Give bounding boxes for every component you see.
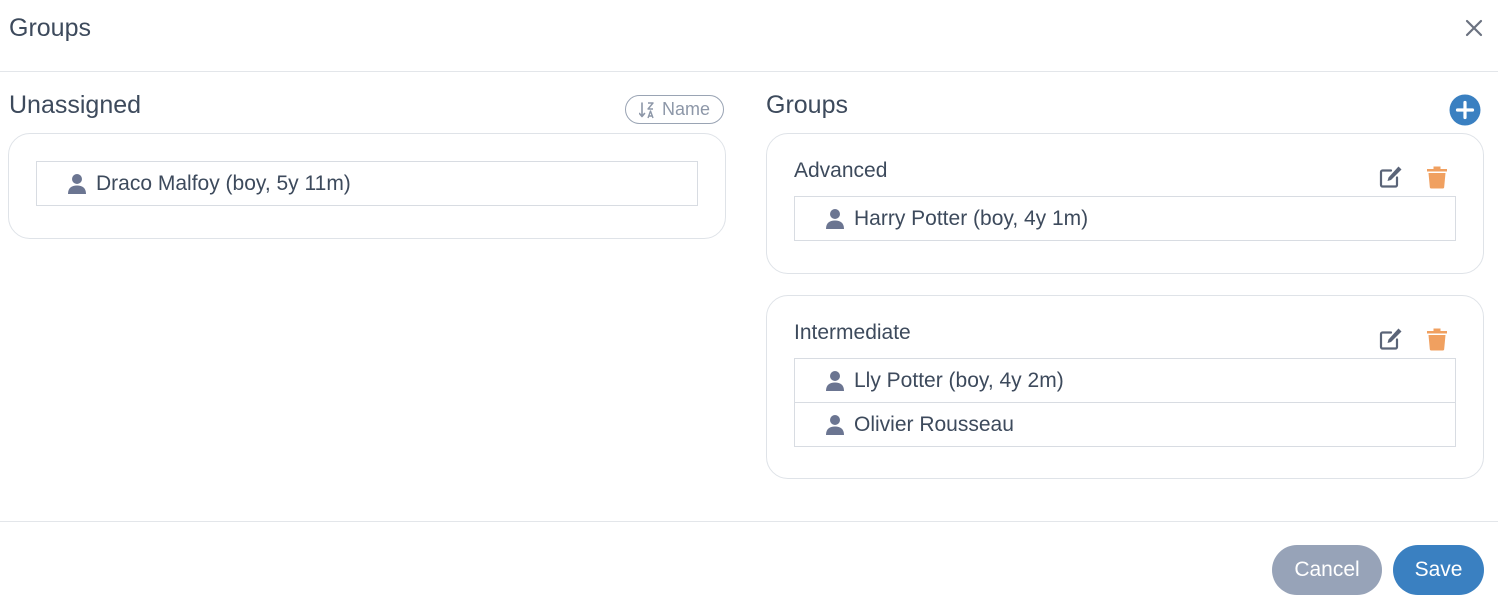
sort-alpha-icon — [638, 101, 654, 118]
list-item[interactable]: Harry Potter (boy, 4y 1m) — [795, 197, 1455, 240]
person-icon — [68, 173, 86, 194]
unassigned-member-list: Draco Malfoy (boy, 5y 11m) — [36, 161, 698, 206]
delete-group-button[interactable] — [1424, 164, 1450, 190]
groups-title: Groups — [766, 91, 848, 119]
group-name: Advanced — [794, 159, 888, 182]
close-button[interactable] — [1461, 15, 1487, 41]
group-member-list: Harry Potter (boy, 4y 1m) — [794, 196, 1456, 241]
modal-header: Groups — [0, 0, 1498, 72]
trash-icon — [1427, 166, 1447, 189]
unassigned-card: Draco Malfoy (boy, 5y 11m) — [8, 133, 726, 239]
edit-group-button[interactable] — [1378, 164, 1404, 190]
member-name: Lly Potter (boy, 4y 2m) — [854, 368, 1064, 392]
edit-group-button[interactable] — [1378, 326, 1404, 352]
person-icon — [826, 370, 844, 391]
delete-group-button[interactable] — [1424, 326, 1450, 352]
group-name: Intermediate — [794, 321, 911, 344]
edit-icon — [1379, 328, 1402, 350]
member-name: Harry Potter (boy, 4y 1m) — [854, 206, 1089, 230]
group-member-list: Lly Potter (boy, 4y 2m) Olivier Rousseau — [794, 358, 1456, 447]
edit-icon — [1379, 166, 1402, 188]
groups-modal: Groups Unassigned Name Draco Malfoy (boy… — [0, 0, 1498, 606]
group-card-advanced: Advanced Harry Potter (boy, 4y 1m) — [766, 133, 1484, 274]
member-name: Draco Malfoy (boy, 5y 11m) — [96, 171, 351, 195]
person-icon — [826, 414, 844, 435]
close-icon — [1465, 19, 1483, 37]
sort-by-name-button[interactable]: Name — [625, 95, 724, 124]
list-item[interactable]: Olivier Rousseau — [795, 402, 1455, 446]
group-card-intermediate: Intermediate Lly Potter (boy, 4y 2m) Oli… — [766, 295, 1484, 479]
plus-circle-icon — [1449, 94, 1481, 126]
unassigned-title: Unassigned — [9, 91, 142, 119]
list-item[interactable]: Draco Malfoy (boy, 5y 11m) — [37, 162, 697, 205]
cancel-button[interactable]: Cancel — [1272, 545, 1382, 595]
save-button[interactable]: Save — [1393, 545, 1484, 595]
person-icon — [826, 208, 844, 229]
sort-label: Name — [661, 99, 710, 119]
list-item[interactable]: Lly Potter (boy, 4y 2m) — [795, 359, 1455, 402]
modal-title: Groups — [9, 14, 91, 42]
member-name: Olivier Rousseau — [854, 412, 1014, 436]
trash-icon — [1427, 328, 1447, 351]
add-group-button[interactable] — [1447, 94, 1483, 126]
modal-footer: Cancel Save — [0, 521, 1498, 606]
